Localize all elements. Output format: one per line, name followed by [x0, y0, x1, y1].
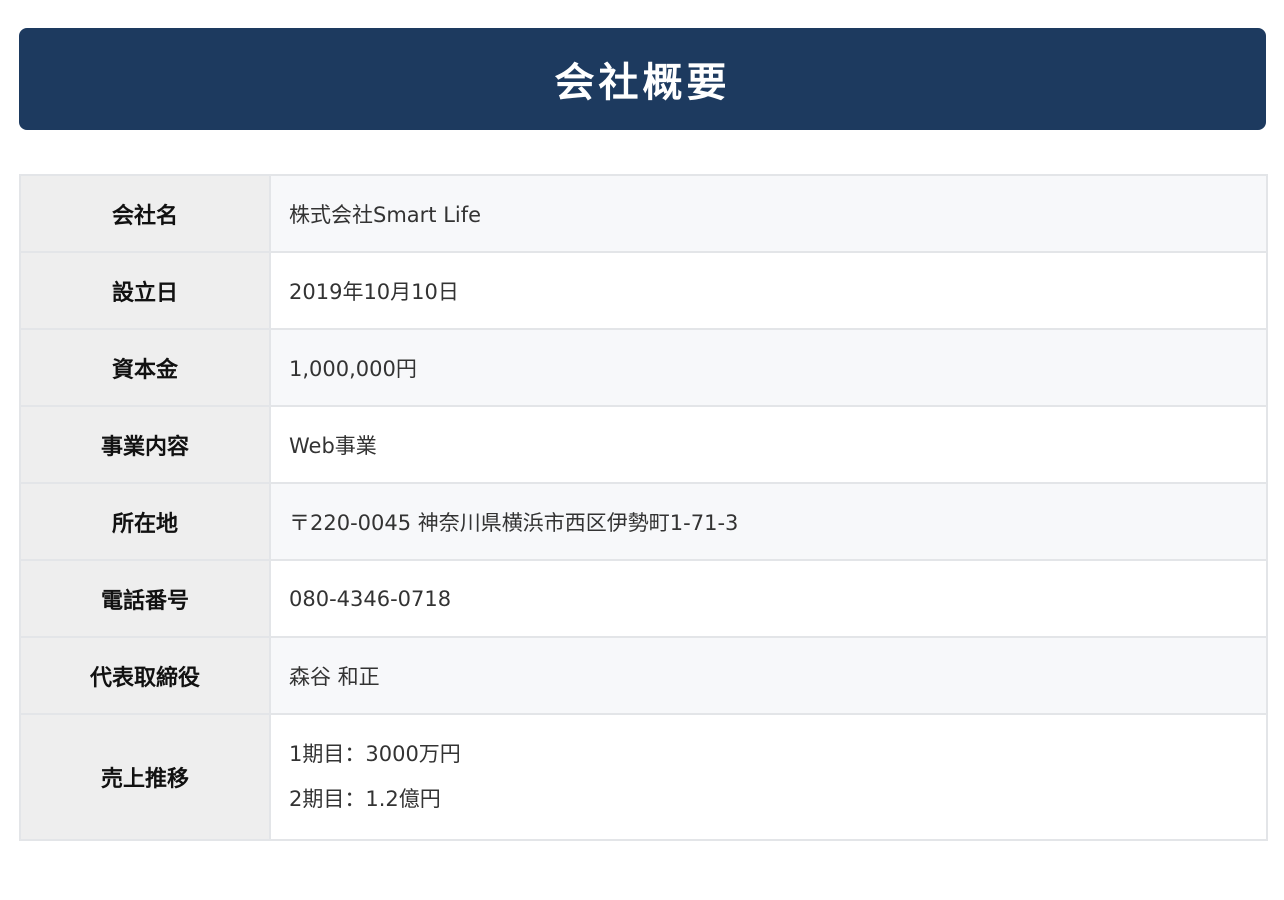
row-value: 2019年10月10日	[269, 251, 1268, 330]
row-value: 株式会社Smart Life	[269, 174, 1268, 253]
row-label: 設立日	[19, 251, 271, 330]
row-label: 会社名	[19, 174, 271, 253]
page-title: 会社概要	[554, 60, 731, 106]
row-label: 売上推移	[19, 713, 271, 841]
table-row-address: 所在地 〒220-0045 神奈川県横浜市西区伊勢町1-71-3	[19, 482, 1268, 561]
table-row-company-name: 会社名 株式会社Smart Life	[19, 174, 1268, 253]
sales-period-2: 2期目：1.2億円	[289, 787, 441, 811]
row-label: 資本金	[19, 328, 271, 407]
row-label: 所在地	[19, 482, 271, 561]
row-label: 事業内容	[19, 405, 271, 484]
table-row-business: 事業内容 Web事業	[19, 405, 1268, 484]
table-row-capital: 資本金 1,000,000円	[19, 328, 1268, 407]
row-value: 森谷 和正	[269, 636, 1268, 715]
row-label: 電話番号	[19, 559, 271, 638]
row-value: 〒220-0045 神奈川県横浜市西区伊勢町1-71-3	[269, 482, 1268, 561]
row-value: Web事業	[269, 405, 1268, 484]
table-row-representative: 代表取締役 森谷 和正	[19, 636, 1268, 715]
table-row-phone: 電話番号 080-4346-0718	[19, 559, 1268, 638]
row-label: 代表取締役	[19, 636, 271, 715]
company-overview-page: 会社概要 会社名 株式会社Smart Life 設立日 2019年10月10日 …	[0, 0, 1284, 900]
row-value: 1,000,000円	[269, 328, 1268, 407]
table-row-sales-history: 売上推移 1期目：3000万円 2期目：1.2億円	[19, 713, 1268, 841]
table-row-founded-date: 設立日 2019年10月10日	[19, 251, 1268, 330]
company-info-table: 会社名 株式会社Smart Life 設立日 2019年10月10日 資本金 1…	[19, 174, 1268, 841]
row-value: 080-4346-0718	[269, 559, 1268, 638]
header-banner: 会社概要	[19, 28, 1266, 130]
sales-period-1: 1期目：3000万円	[289, 742, 461, 766]
row-value: 1期目：3000万円 2期目：1.2億円	[269, 713, 1268, 841]
